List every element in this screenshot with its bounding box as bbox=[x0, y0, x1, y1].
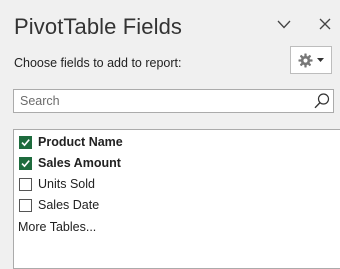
close-pane-button[interactable] bbox=[314, 12, 336, 36]
field-item-product-name[interactable]: Product Name bbox=[19, 134, 123, 150]
field-item-sales-amount[interactable]: Sales Amount bbox=[19, 155, 121, 171]
gear-icon bbox=[298, 52, 313, 68]
field-checkbox[interactable] bbox=[19, 156, 32, 170]
field-label: Sales Amount bbox=[38, 156, 121, 170]
field-item-sales-date[interactable]: Sales Date bbox=[19, 197, 99, 213]
field-checkbox[interactable] bbox=[19, 198, 32, 212]
checkmark-icon bbox=[21, 159, 30, 167]
search-input[interactable] bbox=[14, 90, 304, 112]
pane-title: PivotTable Fields bbox=[14, 14, 182, 39]
field-list: Product Name Sales Amount Units Sold Sal… bbox=[13, 129, 340, 269]
field-label: Product Name bbox=[38, 135, 123, 149]
field-label: Units Sold bbox=[38, 177, 95, 191]
field-label: Sales Date bbox=[38, 198, 100, 212]
field-checkbox[interactable] bbox=[19, 177, 32, 191]
field-list-settings-button[interactable] bbox=[290, 46, 332, 74]
more-tables-link[interactable]: More Tables... bbox=[18, 220, 96, 234]
field-item-units-sold[interactable]: Units Sold bbox=[19, 176, 95, 192]
choose-fields-label: Choose fields to add to report: bbox=[14, 56, 182, 70]
pane-options-button[interactable] bbox=[273, 12, 295, 36]
close-icon bbox=[319, 18, 331, 30]
chevron-down-icon bbox=[277, 20, 291, 28]
checkmark-icon bbox=[21, 138, 30, 146]
search-box bbox=[13, 89, 334, 113]
search-icon[interactable] bbox=[313, 92, 331, 110]
field-checkbox[interactable] bbox=[19, 135, 32, 149]
caret-down-icon bbox=[317, 58, 324, 62]
